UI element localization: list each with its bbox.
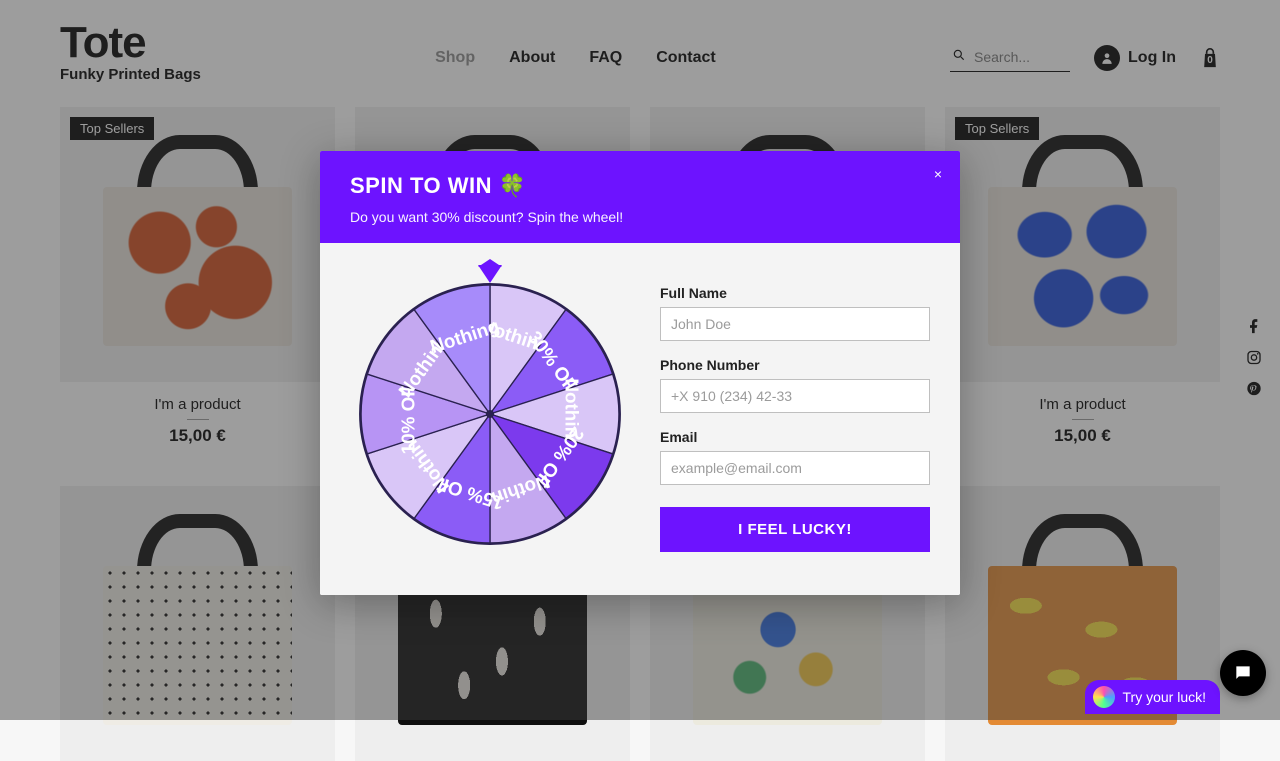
fullname-label: Full Name [660,285,930,301]
phone-input[interactable] [660,379,930,413]
spin-form: Full Name Phone Number Email I FEEL LUCK… [660,279,930,552]
chat-icon [1233,663,1253,683]
spin-modal: SPIN TO WIN 🍀 Do you want 30% discount? … [320,151,960,595]
modal-subtitle: Do you want 30% discount? Spin the wheel… [350,209,930,225]
email-input[interactable] [660,451,930,485]
close-icon[interactable]: × [934,167,942,181]
modal-header: SPIN TO WIN 🍀 Do you want 30% discount? … [320,151,960,243]
email-label: Email [660,429,930,445]
modal-title: SPIN TO WIN 🍀 [350,173,930,199]
luck-wheel-icon [1093,686,1115,708]
wheel-pointer-icon [478,265,502,283]
spin-wheel[interactable]: Nothing30% OFFNothing20% OFFNothing15% O… [350,265,630,565]
fullname-input[interactable] [660,307,930,341]
spin-button[interactable]: I FEEL LUCKY! [660,507,930,552]
phone-label: Phone Number [660,357,930,373]
try-luck-label: Try your luck! [1123,689,1207,705]
chat-fab[interactable] [1220,650,1266,696]
try-luck-tab[interactable]: Try your luck! [1085,680,1221,714]
